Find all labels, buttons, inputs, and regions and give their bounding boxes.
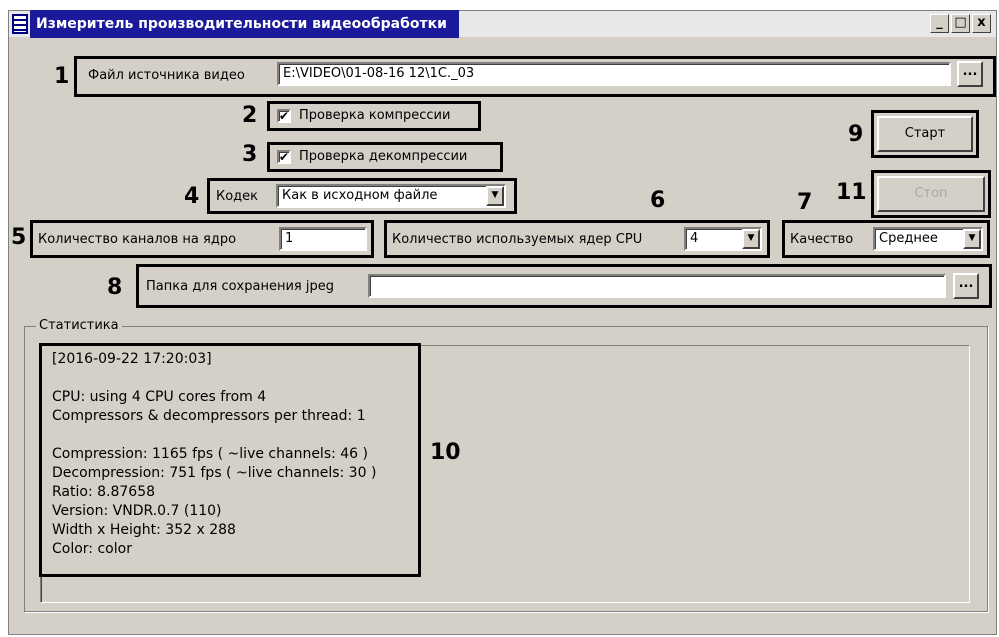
callout-4: 4: [184, 184, 200, 209]
callout-7: 7: [797, 190, 813, 215]
jpeg-folder-input[interactable]: [368, 274, 946, 298]
stat-per-thread: Compressors & decompressors per thread: …: [52, 408, 366, 424]
stat-decompression: Decompression: 751 fps ( ~live channels:…: [52, 465, 377, 481]
maximize-button[interactable]: □: [951, 14, 970, 33]
channels-input[interactable]: 1: [279, 227, 367, 251]
compression-check-label: Проверка компрессии: [299, 108, 451, 123]
callout-11: 11: [836, 180, 867, 205]
callout-5: 5: [11, 225, 27, 250]
codec-dropdown-icon[interactable]: ▼: [486, 186, 504, 206]
decompression-check-label: Проверка декомпрессии: [299, 149, 468, 164]
callout-3: 3: [242, 142, 258, 167]
minimize-icon: _: [936, 15, 943, 30]
stat-timestamp: [2016-09-22 17:20:03]: [52, 351, 212, 367]
stat-ratio: Ratio: 8.87658: [52, 484, 156, 500]
callout-2: 2: [242, 103, 258, 128]
stat-compression: Compression: 1165 fps ( ~live channels: …: [52, 446, 369, 462]
cores-label: Количество используемых ядер CPU: [392, 232, 643, 247]
callout-1: 1: [54, 64, 70, 89]
compression-checkbox[interactable]: ✔: [277, 109, 291, 123]
cores-dropdown-icon[interactable]: ▼: [742, 229, 760, 249]
callout-6: 6: [650, 188, 666, 213]
stat-version: Version: VNDR.0.7 (110): [52, 503, 222, 519]
codec-label: Кодек: [216, 189, 259, 204]
quality-label: Качество: [790, 232, 854, 247]
stat-dimensions: Width x Height: 352 x 288: [52, 522, 236, 538]
source-file-input[interactable]: E:\VIDEO\01-08-16 12\1C._03: [277, 62, 951, 86]
minimize-button[interactable]: _: [930, 14, 949, 33]
decompression-checkbox[interactable]: ✔: [277, 150, 291, 164]
stat-color: Color: color: [52, 541, 132, 557]
maximize-icon: □: [954, 15, 967, 30]
stat-spacer: [52, 426, 414, 445]
quality-dropdown-icon[interactable]: ▼: [963, 229, 981, 249]
jpeg-folder-label: Папка для сохранения jpeg: [146, 279, 334, 294]
statistics-group-label: Статистика: [36, 316, 122, 336]
callout-10: 10: [430, 440, 461, 465]
window-title: Измеритель производительности видеообраб…: [30, 10, 459, 38]
cores-value: 4: [690, 231, 699, 246]
jpeg-browse-button[interactable]: ...: [953, 273, 979, 299]
callout-9: 9: [848, 122, 864, 147]
statistics-output: [2016-09-22 17:20:03] CPU: using 4 CPU c…: [52, 350, 414, 559]
stat-cpu: CPU: using 4 CPU cores from 4: [52, 389, 267, 405]
source-file-label: Файл источника видео: [88, 68, 245, 83]
source-browse-button[interactable]: ...: [957, 61, 983, 87]
film-icon: [12, 14, 28, 34]
quality-value: Среднее: [879, 231, 938, 246]
stop-button[interactable]: Стоп: [877, 176, 985, 212]
channels-label: Количество каналов на ядро: [38, 232, 237, 247]
close-icon: x: [977, 15, 986, 30]
codec-value: Как в исходном файле: [282, 188, 438, 203]
start-button[interactable]: Старт: [877, 116, 973, 152]
stat-spacer: [52, 369, 414, 388]
codec-select[interactable]: Как в исходном файле: [276, 184, 506, 208]
callout-8: 8: [107, 275, 123, 300]
close-button[interactable]: x: [972, 14, 991, 33]
